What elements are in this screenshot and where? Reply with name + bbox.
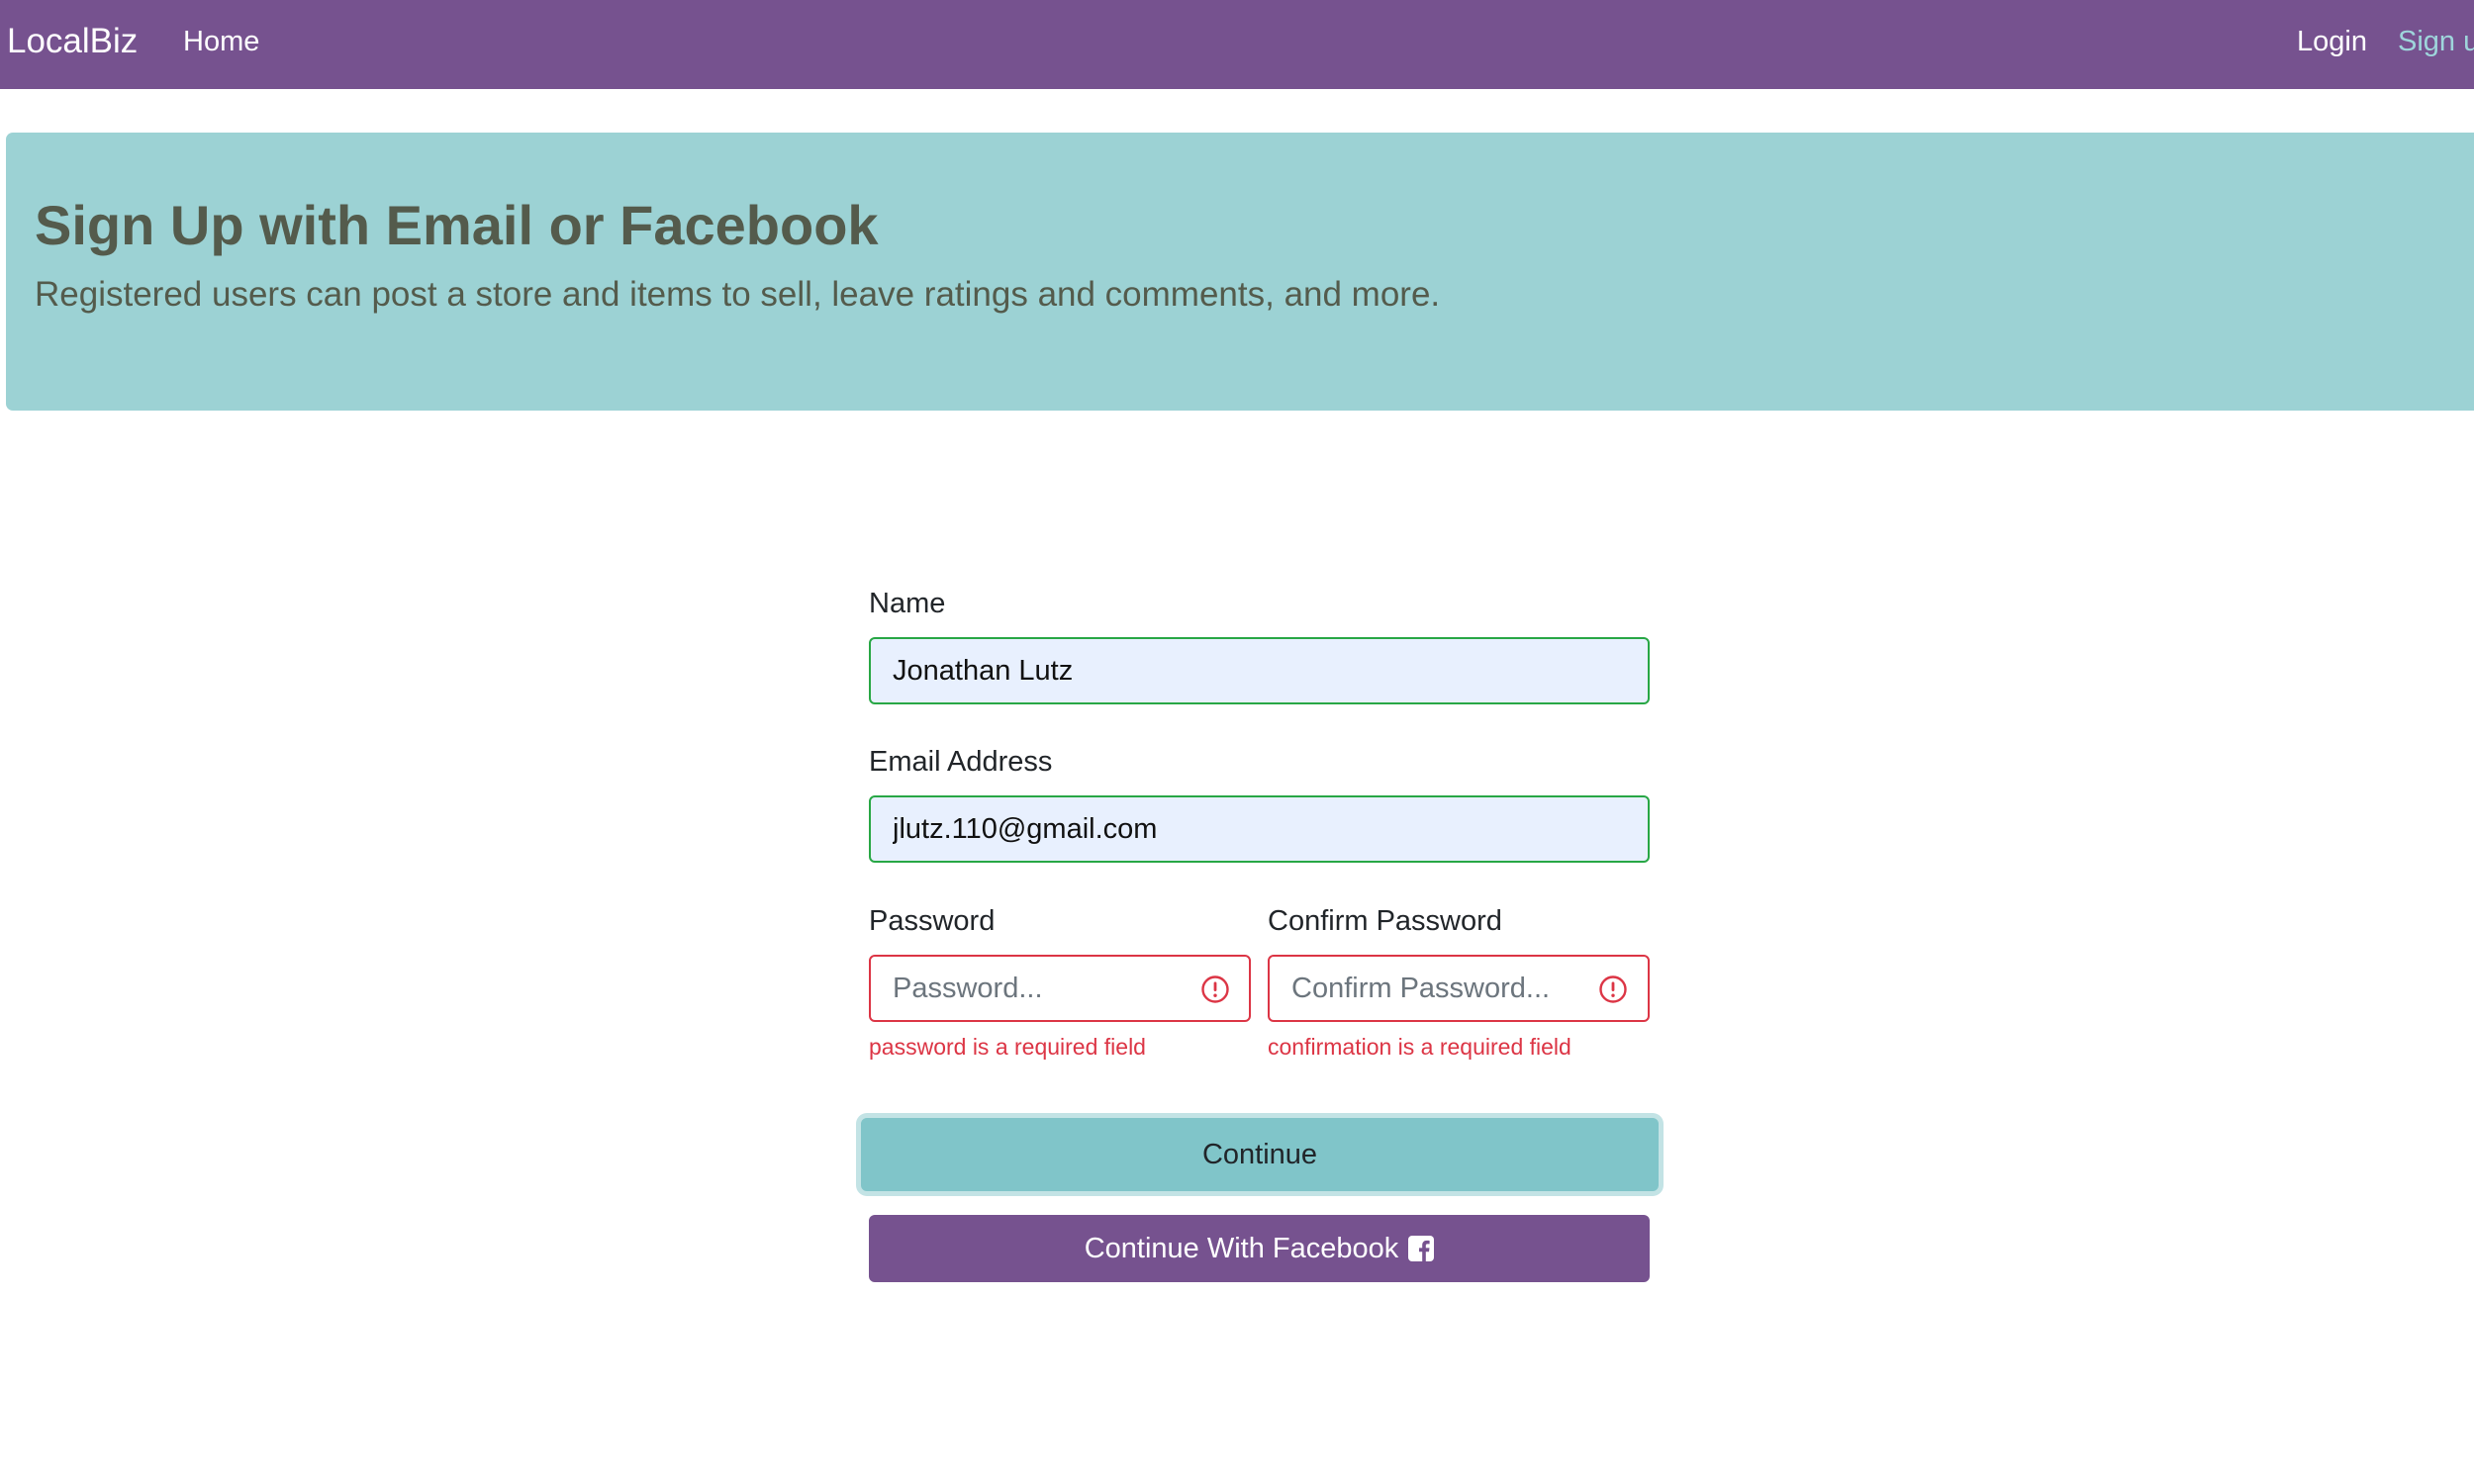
nav-link-home[interactable]: Home [183,23,259,60]
page-subtitle: Registered users can post a store and it… [35,275,1441,314]
facebook-square-icon [1408,1236,1435,1261]
jumbotron: Sign Up with Email or Facebook Registere… [6,133,2474,411]
confirm-password-input[interactable] [1268,955,1650,1022]
brand-logo[interactable]: LocalBiz [7,20,138,63]
nav-link-login[interactable]: Login [2297,23,2367,60]
page-title: Sign Up with Email or Facebook [35,194,879,256]
confirm-password-error: confirmation is a required field [1268,1034,1571,1060]
exclamation-circle-icon [1201,975,1229,1003]
confirm-password-label: Confirm Password [1268,905,1502,937]
password-error: password is a required field [869,1034,1146,1060]
exclamation-circle-icon [1599,975,1627,1003]
password-label: Password [869,905,996,937]
navbar: LocalBiz Home Login Sign up [0,0,2474,89]
facebook-button-label: Continue With Facebook [1084,1232,1399,1264]
email-input[interactable] [869,795,1650,863]
password-input[interactable] [869,955,1251,1022]
continue-button[interactable]: Continue [861,1118,1659,1191]
name-input[interactable] [869,637,1650,704]
name-label: Name [869,588,946,619]
email-label: Email Address [869,746,1053,778]
continue-with-facebook-button[interactable]: Continue With Facebook [869,1215,1650,1282]
nav-link-signup[interactable]: Sign up [2398,23,2474,60]
